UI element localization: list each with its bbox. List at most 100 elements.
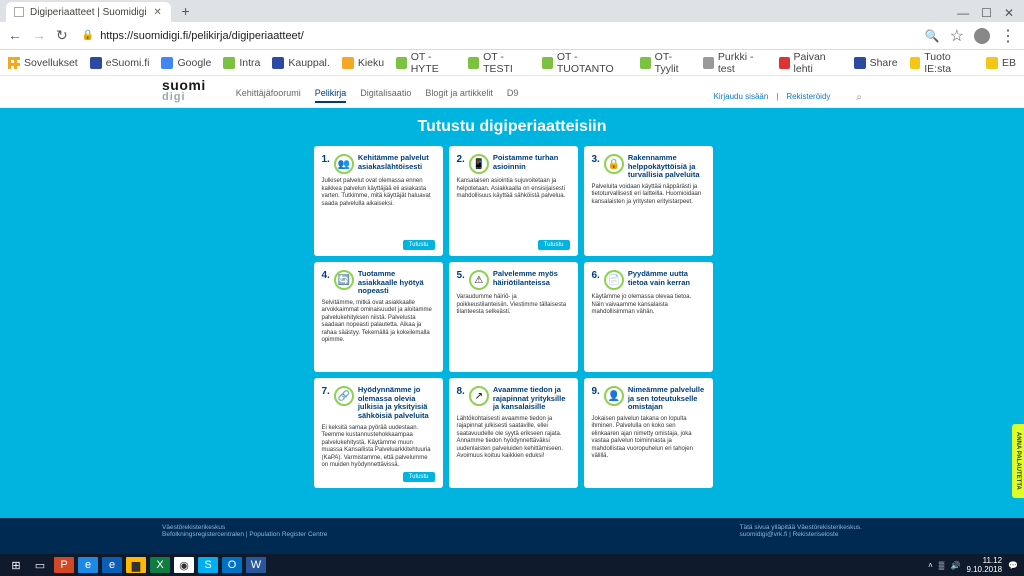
tray-network-icon[interactable]: ▒ [939,561,945,570]
card-grid: 1.👥Kehitämme palvelut asiakaslähtöisesti… [314,146,711,488]
card-number: 5. [457,270,465,281]
reload-button[interactable]: ↻ [56,27,68,44]
bookmark-label: Kieku [358,57,384,69]
minimize-button[interactable]: — [957,6,969,20]
powerpoint-icon[interactable]: P [54,557,74,573]
bookmark-label: Intra [239,57,260,69]
login-link[interactable]: Kirjaudu sisään [714,92,769,103]
bookmark-item[interactable]: Share [854,57,898,69]
search-icon[interactable]: ⌕ [856,92,862,103]
maximize-button[interactable]: ☐ [981,6,992,20]
browser-tab[interactable]: Digiperiaatteet | Suomidigi ✕ [6,2,171,22]
main-content: Tutustu digiperiaatteisiin 1.👥Kehitämme … [0,108,1024,538]
nav-item[interactable]: D9 [507,88,519,103]
nav-item[interactable]: Kehittäjäfoorumi [236,88,301,103]
browser-toolbar: ← → ↻ 🔒 https://suomidigi.fi/pelikirja/d… [0,22,1024,50]
new-tab-button[interactable]: + [177,2,195,20]
register-link[interactable]: Rekisteröidy [786,92,830,103]
close-tab-icon[interactable]: ✕ [153,7,163,17]
word-icon[interactable]: W [246,557,266,573]
bookmark-label: OT - TESTI [483,51,530,75]
card-cta-button[interactable]: Tutustu [538,240,570,250]
card-cta-button[interactable]: Tutustu [403,472,435,482]
bookmark-item[interactable]: OT-Tyylit [640,51,691,75]
card-title: Tuotamme asiakkaalle hyötyä nopeasti [358,270,435,296]
skype-icon[interactable]: S [198,557,218,573]
site-logo[interactable]: suomi digi [162,79,206,103]
window-titlebar: Digiperiaatteet | Suomidigi ✕ + — ☐ ✕ [0,0,1024,22]
chrome-icon[interactable]: ◉ [174,557,194,573]
bookmark-item[interactable]: Paivan lehti [779,51,842,75]
card-number: 6. [592,270,600,281]
footer-maintained: Tätä sivua ylläpitää Väestörekisterikesk… [740,524,862,531]
taskbar-clock[interactable]: 11.12 9.10.2018 [966,556,1002,574]
bookmark-label: Google [177,57,211,69]
bookmark-favicon [640,57,651,69]
bookmark-favicon [703,57,714,69]
apps-launcher[interactable]: Sovellukset [8,57,78,69]
explorer-icon[interactable]: ▆ [126,557,146,573]
outlook-icon[interactable]: O [222,557,242,573]
windows-taskbar: ⊞ ▭ P e e ▆ X ◉ S O W ˄ ▒ 🔊 11.12 9.10.2… [0,554,1024,576]
apps-grid-icon [8,57,20,69]
card-title: Avaamme tiedon ja rajapinnat yrityksille… [493,386,570,412]
card-icon: 🔗 [334,386,354,406]
bookmark-favicon [90,57,102,69]
card-number: 3. [592,154,600,165]
card-icon: ↗ [469,386,489,406]
clock-date: 9.10.2018 [966,565,1002,574]
bookmark-item[interactable]: EB [986,57,1016,69]
bookmark-item[interactable]: Purkki - test [703,51,767,75]
edge-icon[interactable]: e [102,557,122,573]
page-favicon [14,7,24,17]
forward-button[interactable]: → [32,27,46,44]
notification-icon[interactable]: 💬 [1008,561,1018,570]
bookmark-item[interactable]: Intra [223,57,260,69]
nav-item[interactable]: Pelikirja [315,88,347,103]
bookmark-favicon [342,57,354,69]
back-button[interactable]: ← [8,27,22,44]
bookmark-label: eSuomi.fi [106,57,150,69]
principle-card: 9.👤Nimeämme palvelulle ja sen toteutukse… [584,378,713,488]
start-button[interactable]: ⊞ [6,557,26,573]
bookmark-label: OT-Tyylit [655,51,692,75]
bookmark-item[interactable]: Google [161,57,211,69]
card-number: 8. [457,386,465,397]
card-body: Palveluita voidaan käyttää näppärästi ja… [592,184,705,250]
bookmark-label: Purkki - test [718,51,767,75]
bookmark-item[interactable]: eSuomi.fi [90,57,150,69]
bookmark-item[interactable]: OT - TESTI [468,51,530,75]
nav-item[interactable]: Digitalisaatio [360,88,411,103]
auth-links: Kirjaudu sisään | Rekisteröidy ⌕ [714,92,862,103]
profile-avatar[interactable] [974,28,990,44]
card-body: Lähtökohtaisesti avaamme tiedon ja rajap… [457,416,570,482]
principle-card: 5.⚠Palvelemme myös häiriötilanteissaVara… [449,262,578,372]
close-window-button[interactable]: ✕ [1004,6,1014,20]
bookmark-item[interactable]: OT - TUOTANTO [542,51,628,75]
bookmark-item[interactable]: Kauppal. [272,57,329,69]
card-number: 4. [322,270,330,281]
address-bar[interactable]: 🔒 https://suomidigi.fi/pelikirja/digiper… [82,30,304,42]
card-number: 1. [322,154,330,165]
bookmark-item[interactable]: Tuoto IE:sta [910,51,974,75]
nav-item[interactable]: Blogit ja artikkelit [425,88,493,103]
tray-chevron-icon[interactable]: ˄ [928,561,933,570]
bookmark-item[interactable]: Kieku [342,57,384,69]
menu-icon[interactable]: ⋮ [1000,26,1016,46]
bookmark-favicon [223,57,235,69]
principle-card: 8. ↗Avaamme tiedon ja rajapinnat yrityksi… [449,378,578,488]
card-body: Julkiset palvelut ovat olemassa ennen ka… [322,178,435,240]
principle-card: 3.🔒Rakennamme helppokäyttöisiä ja turval… [584,146,713,256]
bookmark-favicon [272,57,284,69]
bookmark-favicon [542,57,553,69]
feedback-tab[interactable]: ANNA PALAUTETTA [1012,424,1024,498]
excel-icon[interactable]: X [150,557,170,573]
card-cta-button[interactable]: Tutustu [403,240,435,250]
task-view-icon[interactable]: ▭ [30,557,50,573]
tray-volume-icon[interactable]: 🔊 [950,561,960,570]
bookmark-star-icon[interactable]: ☆ [950,26,964,46]
lock-icon: 🔒 [82,30,94,41]
zoom-icon[interactable]: 🔍 [925,29,940,43]
bookmark-item[interactable]: OT - HYTE [396,51,456,75]
ie-icon[interactable]: e [78,557,98,573]
